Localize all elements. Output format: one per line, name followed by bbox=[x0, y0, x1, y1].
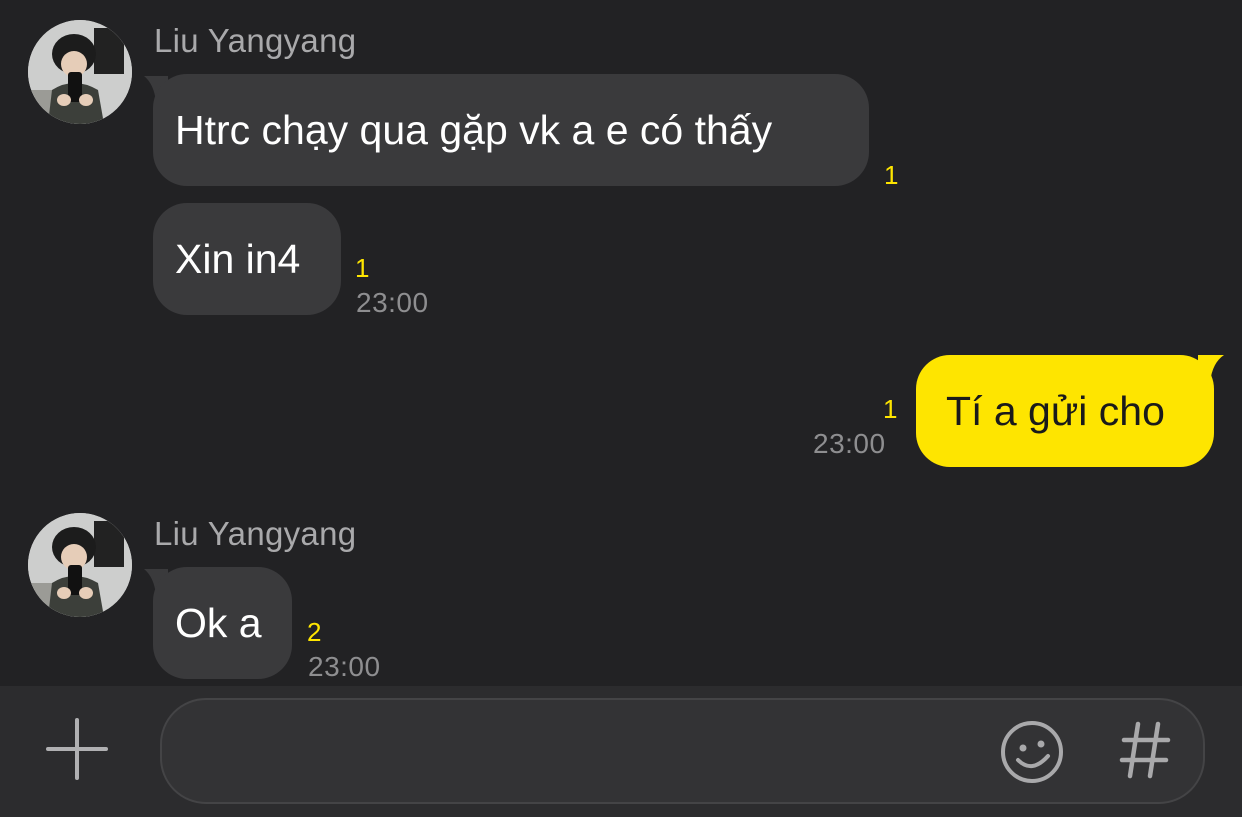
unread-count: 1 bbox=[355, 253, 370, 283]
unread-count: 1 bbox=[884, 160, 899, 190]
message-text: Xin in4 bbox=[175, 235, 301, 282]
message-text: Ok a bbox=[175, 599, 262, 646]
sender-name: Liu Yangyang bbox=[154, 22, 357, 59]
message-time: 23:00 bbox=[308, 651, 381, 682]
unread-count: 1 bbox=[883, 394, 898, 424]
smiley-icon[interactable] bbox=[998, 718, 1066, 786]
chat-area: Liu Yangyang Htrc chạy qua gặp vk a e có… bbox=[0, 0, 1242, 686]
bubble-tail bbox=[1198, 355, 1224, 383]
message-bubble-outgoing[interactable]: Tí a gửi cho bbox=[916, 355, 1214, 467]
message-text: Tí a gửi cho bbox=[946, 387, 1165, 434]
message-text: Htrc chạy qua gặp vk a e có thấy bbox=[175, 106, 773, 153]
sender-name: Liu Yangyang bbox=[154, 515, 357, 552]
message-bubble[interactable]: Ok a bbox=[153, 567, 292, 679]
avatar-photo-icon bbox=[28, 20, 132, 124]
avatar-photo-icon bbox=[28, 513, 132, 617]
message-bubble[interactable]: Xin in4 bbox=[153, 203, 341, 315]
avatar[interactable] bbox=[28, 513, 132, 617]
avatar[interactable] bbox=[28, 20, 132, 124]
unread-count: 2 bbox=[307, 617, 322, 647]
message-time: 23:00 bbox=[813, 428, 886, 459]
message-time: 23:00 bbox=[356, 287, 429, 318]
hash-icon[interactable] bbox=[1118, 718, 1174, 782]
message-bubble[interactable]: Htrc chạy qua gặp vk a e có thấy bbox=[153, 74, 869, 186]
plus-icon[interactable] bbox=[44, 716, 110, 782]
